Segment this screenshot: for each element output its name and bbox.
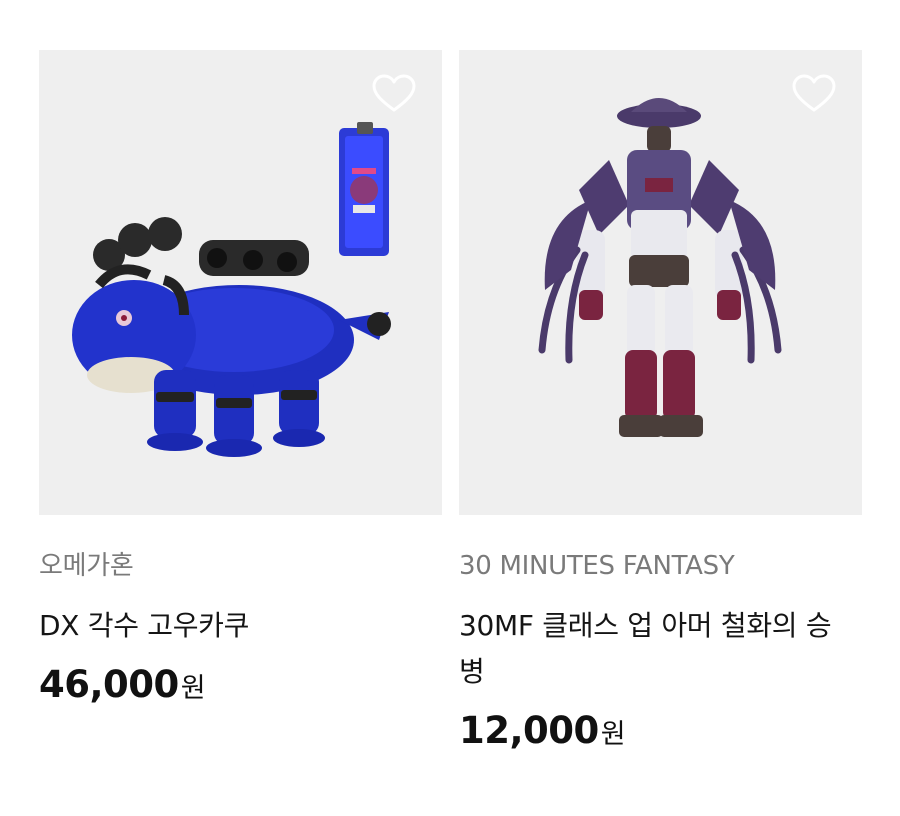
product-grid: 오메가혼 DX 각수 고우카쿠 46,000 원 30 MINUTES FANT…	[39, 50, 862, 752]
product-name[interactable]: 30MF 클래스 업 아머 철화의 승병	[459, 603, 839, 695]
product-name[interactable]: DX 각수 고우카쿠	[39, 603, 419, 649]
product-card[interactable]: 오메가혼 DX 각수 고우카쿠 46,000 원	[39, 50, 442, 752]
blue-beast-figure-icon	[72, 122, 391, 457]
product-price: 12,000 원	[459, 709, 862, 752]
price-amount: 12,000	[459, 709, 599, 752]
product-price: 46,000 원	[39, 663, 442, 706]
price-currency: 원	[600, 719, 626, 750]
product-image[interactable]	[39, 50, 442, 515]
armored-warrior-figure-icon	[538, 98, 782, 437]
heart-outline-icon[interactable]	[792, 74, 836, 114]
price-currency: 원	[180, 673, 206, 704]
product-brand: 30 MINUTES FANTASY	[459, 551, 735, 581]
product-brand: 오메가혼	[39, 551, 134, 581]
price-amount: 46,000	[39, 663, 179, 706]
product-card[interactable]: 30 MINUTES FANTASY 30MF 클래스 업 아머 철화의 승병 …	[459, 50, 862, 752]
product-image[interactable]	[459, 50, 862, 515]
heart-outline-icon[interactable]	[372, 74, 416, 114]
